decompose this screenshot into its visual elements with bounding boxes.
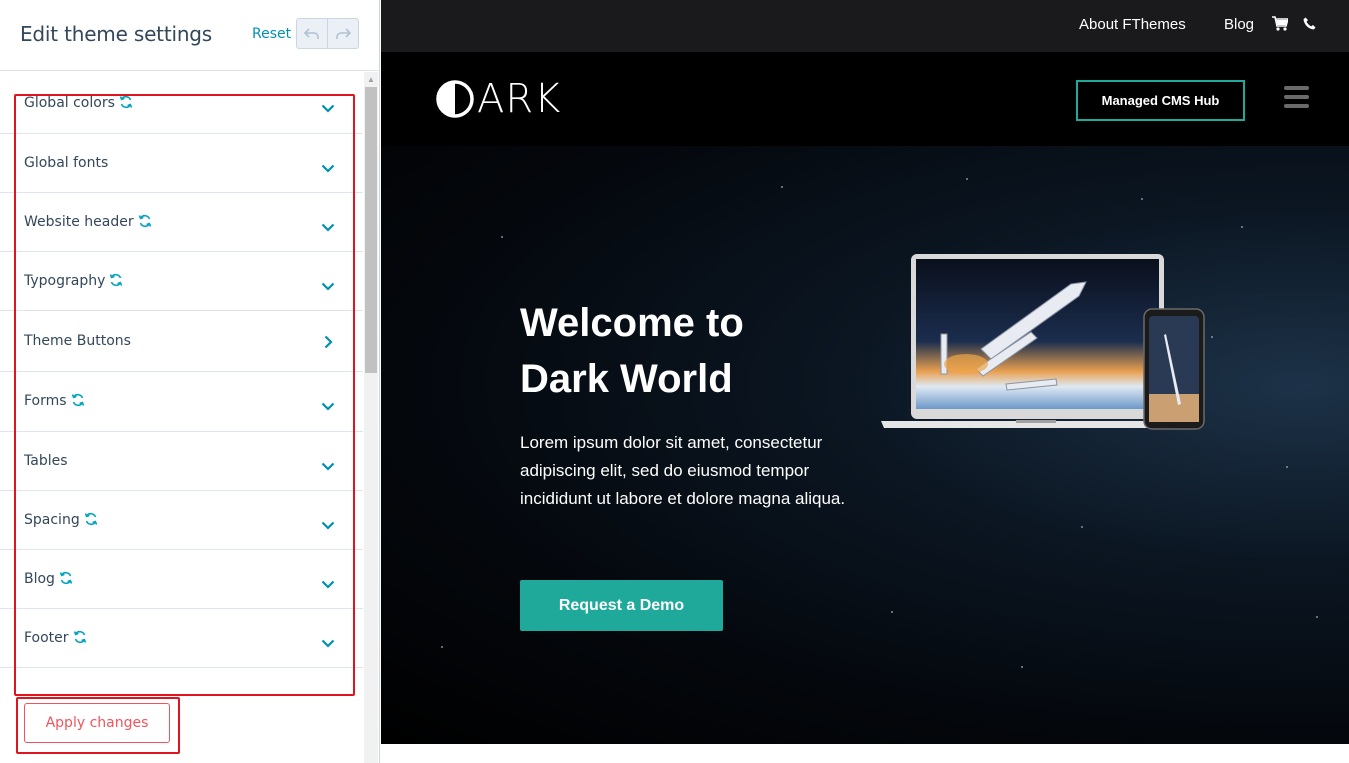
apply-changes-button[interactable]: Apply changes	[24, 703, 170, 743]
topbar-link-blog[interactable]: Blog	[1224, 16, 1254, 33]
sync-icon	[71, 393, 85, 411]
logo-text: ARK	[477, 76, 562, 122]
phone-icon[interactable]	[1303, 17, 1316, 35]
chevron-down-icon[interactable]	[321, 517, 335, 535]
settings-section-global-colors[interactable]: Global colors	[0, 74, 363, 134]
sync-icon	[73, 630, 87, 648]
website-preview: About FThemes Blog ARK Managed CMS Hub W…	[381, 0, 1349, 763]
laptop-phone-rocket-image	[881, 254, 1205, 430]
section-label-text: Forms	[24, 393, 67, 409]
chevron-down-icon[interactable]	[321, 458, 335, 476]
chevron-down-icon[interactable]	[321, 100, 335, 118]
section-label-text: Global fonts	[24, 155, 109, 171]
chevron-down-icon[interactable]	[321, 219, 335, 237]
dark-logo[interactable]: ARK	[435, 79, 561, 119]
chevron-down-icon[interactable]	[321, 398, 335, 416]
section-label: Theme Buttons	[24, 333, 131, 349]
settings-section-forms[interactable]: Forms	[0, 372, 363, 432]
settings-section-blog[interactable]: Blog	[0, 550, 363, 609]
settings-section-spacing[interactable]: Spacing	[0, 491, 363, 550]
section-label: Tables	[24, 453, 68, 469]
section-label-text: Website header	[24, 214, 134, 230]
redo-icon[interactable]	[327, 19, 358, 48]
settings-section-footer[interactable]: Footer	[0, 609, 363, 668]
sync-icon	[109, 273, 123, 291]
section-label-text: Blog	[24, 571, 55, 587]
section-label-text: Spacing	[24, 512, 80, 528]
panel-header: Edit theme settings Reset	[0, 0, 380, 71]
page-bottom-strip	[381, 744, 1349, 763]
sync-icon	[59, 571, 73, 589]
chevron-down-icon[interactable]	[321, 635, 335, 653]
section-label-text: Theme Buttons	[24, 333, 131, 349]
scroll-up-arrow-icon[interactable]: ▲	[364, 75, 378, 85]
panel-scrollbar[interactable]: ▲	[364, 72, 378, 763]
settings-section-list: Global colors Global fonts Website header T…	[0, 74, 363, 668]
settings-section-tables[interactable]: Tables	[0, 432, 363, 491]
section-label: Global colors	[24, 95, 133, 113]
half-moon-logo-icon	[436, 80, 474, 118]
chevron-down-icon[interactable]	[321, 160, 335, 178]
section-label: Spacing	[24, 512, 98, 530]
request-demo-button[interactable]: Request a Demo	[520, 580, 723, 631]
undo-redo-group	[296, 18, 359, 49]
hero-body-text: Lorem ipsum dolor sit amet, consectetur …	[520, 433, 846, 508]
cart-icon[interactable]	[1272, 16, 1290, 36]
utility-topbar: About FThemes Blog	[381, 0, 1349, 52]
section-label: Typography	[24, 273, 123, 291]
sync-icon	[119, 95, 133, 113]
section-label-text: Typography	[24, 273, 106, 289]
section-label: Website header	[24, 214, 152, 232]
sync-icon	[84, 512, 98, 530]
chevron-right-icon[interactable]	[324, 335, 333, 354]
chevron-down-icon[interactable]	[321, 576, 335, 594]
main-navigation: ARK Managed CMS Hub	[381, 52, 1349, 146]
section-label: Blog	[24, 571, 73, 589]
settings-section-website-header[interactable]: Website header	[0, 193, 363, 252]
section-label: Global fonts	[24, 155, 108, 171]
section-label-text: Global colors	[24, 95, 115, 111]
settings-section-theme-buttons[interactable]: Theme Buttons	[0, 311, 363, 372]
section-label-text: Footer	[24, 630, 69, 646]
undo-icon[interactable]	[297, 19, 327, 48]
hero-title: Welcome to Dark World	[520, 301, 744, 401]
sync-icon	[138, 214, 152, 232]
topbar-link-about[interactable]: About FThemes	[1079, 16, 1186, 33]
panel-title: Edit theme settings	[20, 22, 213, 46]
hamburger-menu-icon[interactable]	[1284, 86, 1309, 108]
scroll-thumb[interactable]	[365, 87, 377, 373]
managed-cms-hub-button[interactable]: Managed CMS Hub	[1076, 80, 1245, 121]
settings-section-typography[interactable]: Typography	[0, 252, 363, 311]
section-label: Footer	[24, 630, 87, 648]
settings-section-global-fonts[interactable]: Global fonts	[0, 134, 363, 193]
section-label-text: Tables	[24, 453, 68, 469]
theme-settings-panel: Edit theme settings Reset ▲ Global color…	[0, 0, 380, 763]
reset-link[interactable]: Reset	[252, 26, 291, 42]
section-label: Forms	[24, 393, 85, 411]
hero-section: Welcome to Dark World Lorem ipsum dolor …	[381, 146, 1349, 744]
chevron-down-icon[interactable]	[321, 278, 335, 296]
